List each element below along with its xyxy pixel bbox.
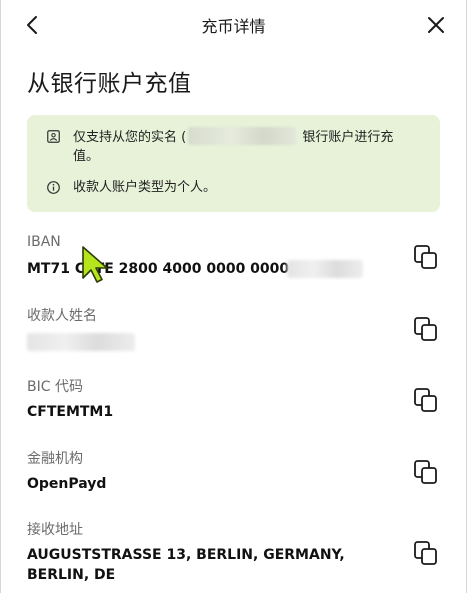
redacted-name bbox=[188, 127, 297, 145]
copy-icon[interactable] bbox=[413, 387, 439, 413]
notice-line1-prefix: 仅支持从您的实名 ( bbox=[73, 130, 187, 145]
notice-row-account-type: 收款人账户类型为个人。 bbox=[47, 178, 437, 198]
field-label-bic: BIC 代码 bbox=[27, 379, 83, 395]
field-label-payee-name: 收款人姓名 bbox=[27, 308, 97, 324]
field-label-iban: IBAN bbox=[27, 234, 61, 250]
mouse-cursor-icon bbox=[82, 246, 108, 283]
field-value-bic: CFTEMTM1 bbox=[27, 404, 114, 420]
field-address: 接收地址 AUGUSTSTRASSE 13, BERLIN, GERMANY, … bbox=[27, 519, 447, 589]
id-card-icon bbox=[47, 130, 60, 143]
field-value-address-line2: BERLIN, DE bbox=[27, 567, 116, 583]
field-value-institution: OpenPayd bbox=[27, 476, 107, 492]
info-circle-icon bbox=[47, 181, 60, 194]
notice-line1-wrap: 值。 bbox=[73, 149, 100, 164]
top-bar: 充币详情 bbox=[0, 0, 467, 50]
header-title: 充币详情 bbox=[201, 17, 266, 36]
field-institution: 金融机构 OpenPayd bbox=[27, 448, 447, 498]
copy-icon[interactable] bbox=[413, 540, 439, 566]
notice-line2: 收款人账户类型为个人。 bbox=[73, 180, 217, 195]
page-title: 从银行账户充值 bbox=[27, 71, 192, 97]
copy-icon[interactable] bbox=[413, 316, 439, 342]
field-label-institution: 金融机构 bbox=[27, 451, 83, 467]
redacted-payee-name bbox=[27, 333, 135, 351]
close-icon bbox=[428, 17, 444, 33]
field-payee-name: 收款人姓名 bbox=[27, 305, 447, 355]
field-bic: BIC 代码 CFTEMTM1 bbox=[27, 376, 447, 426]
field-value-iban: MT71 CFTE 2800 4000 0000 0000 bbox=[27, 261, 290, 277]
redacted-iban-tail bbox=[287, 260, 363, 278]
notice-line1-suffix: 银行账户进行充 bbox=[298, 130, 394, 145]
notice-box: 仅支持从您的实名 ( 银行账户进行充 值。 收款人账户类型为个人。 bbox=[27, 115, 440, 212]
copy-icon[interactable] bbox=[413, 244, 439, 270]
field-label-address: 接收地址 bbox=[27, 522, 83, 538]
notice-row-realname: 仅支持从您的实名 ( 银行账户进行充 值。 bbox=[47, 127, 437, 167]
field-value-address-line1: AUGUSTSTRASSE 13, BERLIN, GERMANY, bbox=[27, 547, 345, 563]
close-button[interactable] bbox=[424, 13, 448, 37]
copy-icon[interactable] bbox=[413, 459, 439, 485]
